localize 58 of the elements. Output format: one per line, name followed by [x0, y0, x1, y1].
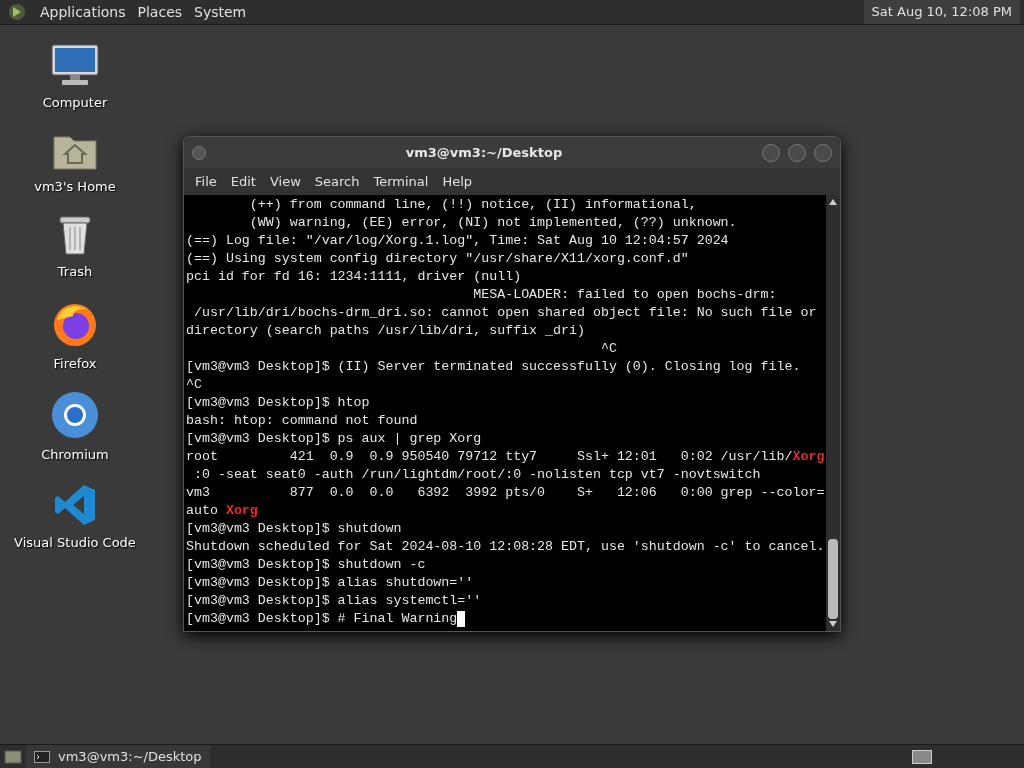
- panel-menu[interactable]: Places: [131, 0, 189, 24]
- desktop-icon-label[interactable]: Chromium: [41, 445, 109, 465]
- terminal-line: directory (search paths /usr/lib/dri, suffix _dri): [186, 322, 585, 340]
- desktop-icon-label[interactable]: Visual Studio Code: [14, 532, 136, 552]
- panel-menu[interactable]: Applications: [34, 0, 132, 24]
- terminal-line: /usr/lib/dri/bochs-drm_dri.so: cannot open shared object file: No such file or: [192, 304, 817, 322]
- minimize-button[interactable]: [762, 143, 780, 162]
- terminal-line: [vm3@vm3 Desktop]$ # Final Warning: [186, 610, 458, 628]
- terminal-icon: [34, 750, 50, 763]
- code-editor-icon: [53, 482, 97, 527]
- terminal-line: MESA-LOADER: failed to open bochs-drm:: [472, 286, 777, 304]
- menu-item[interactable]: Help: [435, 171, 480, 192]
- desktop-icon-label[interactable]: vm3's Home: [34, 176, 116, 196]
- terminal-line: pci id for fd 16: 1234:1111, driver (null): [186, 268, 522, 286]
- monitor-icon: [50, 43, 100, 87]
- taskbar-button[interactable]: vm3@vm3:~/Desktop: [26, 745, 210, 768]
- desktop-icon-label[interactable]: Trash: [57, 262, 93, 282]
- window-menu-icon[interactable]: [192, 145, 206, 160]
- terminal-line: (==) Using system config directory "/usr/share/X11/xorg.conf.d": [186, 250, 689, 268]
- terminal-line: [vm3@vm3 Desktop]$ ps aux | grep Xorg: [186, 430, 482, 448]
- terminal-line: [vm3@vm3 Desktop]$ (II) Server terminated successfully (0). Closing log file.: [186, 358, 801, 376]
- distro-logo-icon: [8, 3, 26, 21]
- clock[interactable]: Sat Aug 10, 12:08 PM: [863, 0, 1020, 24]
- terminal-line: (==) Log file: "/var/log/Xorg.1.log", Time: Sat Aug 10 12:04:57 2024: [186, 232, 729, 250]
- terminal-line: ^C: [186, 376, 202, 394]
- terminal-line: :0 -seat seat0 -auth /run/lightdm/root/:0 -nolisten tcp vt7 -novtswitch: [192, 466, 761, 484]
- terminal-line: auto Xorg: [186, 502, 258, 520]
- terminal-line: (WW) warning, (EE) error, (NI) not implemented, (??) unknown.: [248, 214, 737, 232]
- scrollbar-thumb[interactable]: [828, 539, 838, 619]
- menu-item[interactable]: File: [188, 171, 224, 192]
- scroll-down-icon[interactable]: [829, 621, 837, 627]
- terminal-line: [vm3@vm3 Desktop]$ shutdown -c: [186, 556, 426, 574]
- scroll-up-icon[interactable]: [829, 199, 837, 205]
- terminal-line: Shutdown scheduled for Sat 2024-08-10 12:08:28 EDT, use 'shutdown -c' to cancel.: [186, 538, 825, 556]
- terminal-line: vm3 877 0.0 0.0 6392 3992 pts/0 S+ 12:06 0:00 grep --color=: [186, 484, 825, 502]
- maximize-button[interactable]: [788, 143, 806, 162]
- panel-menu[interactable]: System: [188, 0, 253, 24]
- terminal-line: bash: htop: command not found: [186, 412, 418, 430]
- terminal-line: [vm3@vm3 Desktop]$ alias systemctl='': [186, 592, 482, 610]
- menu-item[interactable]: View: [262, 171, 308, 192]
- close-button[interactable]: [814, 143, 832, 162]
- terminal-line: root 421 0.9 0.9 950540 79712 tty7 Ssl+ 12:01 0:02 /usr/lib/Xorg: [186, 448, 825, 466]
- window-title: vm3@vm3:~/Desktop: [404, 143, 564, 162]
- menu-item[interactable]: Search: [307, 171, 367, 192]
- desktop-icon-label[interactable]: Firefox: [53, 353, 97, 373]
- browser-circle-icon: [51, 391, 99, 439]
- terminal-line: [vm3@vm3 Desktop]$ htop: [186, 394, 370, 412]
- workspace-switcher[interactable]: [912, 749, 932, 764]
- menu-item[interactable]: Terminal: [366, 171, 436, 192]
- show-desktop-icon[interactable]: [4, 749, 22, 764]
- desktop-icon-label[interactable]: Computer: [42, 93, 108, 113]
- terminal-line: [vm3@vm3 Desktop]$ alias shutdown='': [186, 574, 474, 592]
- terminal-line: ^C: [599, 340, 617, 358]
- scrollbar[interactable]: [826, 195, 840, 631]
- trash-icon: [57, 214, 93, 256]
- terminal-line: (++) from command line, (!!) notice, (II) informational,: [248, 196, 697, 214]
- menu-item[interactable]: Edit: [223, 171, 263, 192]
- terminal-line: [vm3@vm3 Desktop]$ shutdown: [186, 520, 402, 538]
